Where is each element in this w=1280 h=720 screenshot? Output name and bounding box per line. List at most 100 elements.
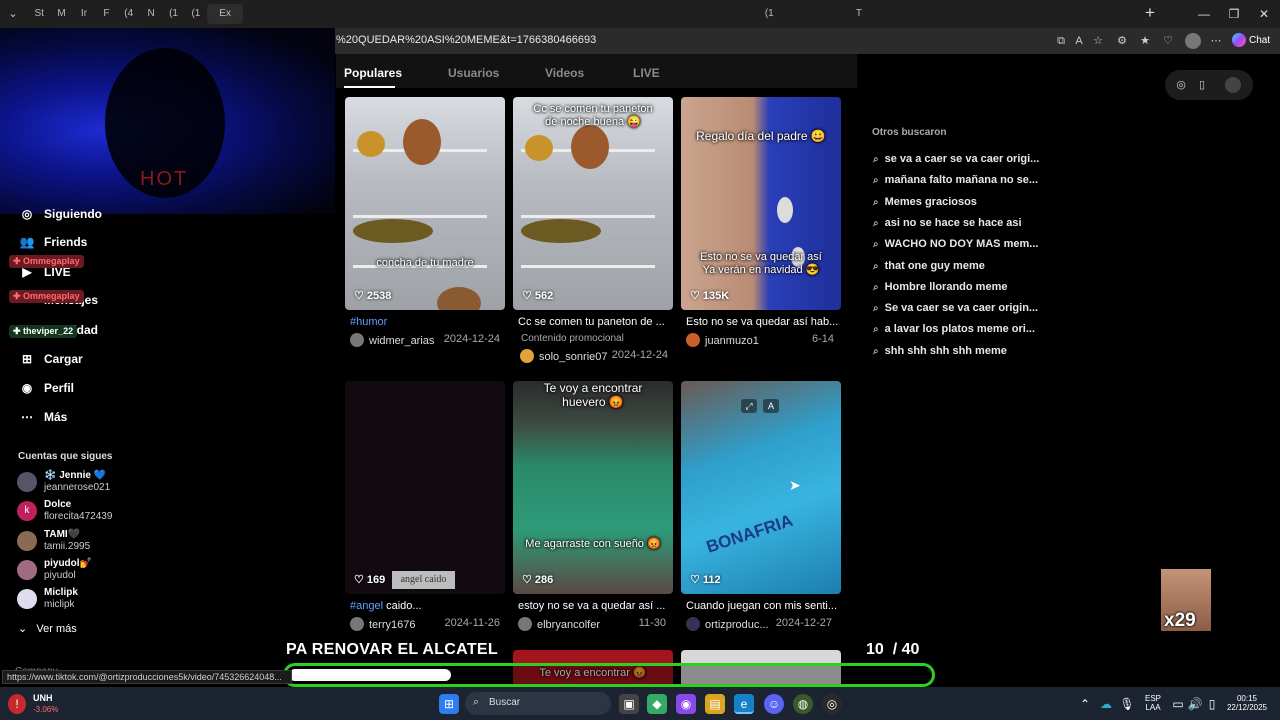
browser-tab[interactable] bbox=[355, 4, 377, 24]
suggestion-item[interactable]: ⌕ Memes graciosos bbox=[873, 196, 977, 212]
browser-tab[interactable] bbox=[1027, 4, 1049, 24]
tab-usuarios[interactable]: Usuarios bbox=[448, 66, 499, 80]
new-tab-button[interactable]: + bbox=[1141, 3, 1159, 25]
sidebar-item-siguiendo[interactable]: ◎ Siguiendo bbox=[18, 203, 102, 225]
following-account[interactable]: Miclipk miclipk bbox=[17, 587, 217, 613]
suggestion-item[interactable]: ⌕ WACHO NO DOY MAS mem... bbox=[873, 238, 1038, 254]
video-card[interactable]: ⤢ A BONAFRIA ➤ ♡ 112 bbox=[681, 381, 841, 594]
following-account[interactable]: TAMI🖤 tamii.2995 bbox=[17, 529, 217, 555]
favorites-icon[interactable]: ★ bbox=[1137, 33, 1153, 49]
video-author[interactable]: ortizproduc... bbox=[686, 617, 769, 631]
browser-tab[interactable] bbox=[937, 4, 959, 24]
browser-tab[interactable] bbox=[870, 4, 892, 24]
browser-tab[interactable]: F bbox=[95, 4, 117, 24]
video-title[interactable]: estoy no se va a quedar así ... bbox=[518, 600, 678, 612]
browser-tab[interactable] bbox=[422, 4, 444, 24]
browser-tab[interactable] bbox=[713, 4, 735, 24]
browser-tab[interactable] bbox=[736, 4, 758, 24]
minimize-button[interactable]: — bbox=[1190, 4, 1218, 24]
browser-tab[interactable] bbox=[489, 4, 511, 24]
browser-tab[interactable] bbox=[579, 4, 601, 24]
browser-tab[interactable] bbox=[266, 4, 288, 24]
browser-tab[interactable] bbox=[557, 4, 579, 24]
video-author[interactable]: elbryancolfer bbox=[518, 617, 600, 631]
video-title[interactable]: Cuando juegan con mis senti... bbox=[686, 600, 846, 612]
battery-icon[interactable]: ▯ bbox=[1202, 694, 1222, 714]
browser-essentials-icon[interactable]: ♡ bbox=[1160, 33, 1176, 49]
store-icon[interactable]: ◆ bbox=[647, 694, 667, 714]
suggestion-item[interactable]: ⌕ mañana falto mañana no se... bbox=[873, 174, 1038, 190]
browser-tab[interactable] bbox=[1072, 4, 1094, 24]
edge-browser-icon[interactable]: e bbox=[734, 694, 754, 714]
browser-tab[interactable] bbox=[377, 4, 399, 24]
video-card[interactable]: Cc se comen tu paneton de noche buena 😜 … bbox=[513, 97, 673, 310]
video-card[interactable]: angel caido ♡ 169 bbox=[345, 381, 505, 594]
sidebar-item-ms[interactable]: ⋯ Más bbox=[18, 406, 67, 428]
browser-tab[interactable] bbox=[781, 4, 803, 24]
browser-tab[interactable] bbox=[960, 4, 982, 24]
suggestion-item[interactable]: ⌕ a lavar los platos meme ori... bbox=[873, 323, 1035, 339]
profile-avatar-icon[interactable] bbox=[1185, 33, 1201, 49]
language-indicator[interactable]: ESP LAA bbox=[1143, 694, 1163, 712]
tab-actions-menu-icon[interactable]: ⌄ bbox=[4, 4, 22, 24]
suggestion-item[interactable]: ⌕ asi no se hace se hace asi bbox=[873, 217, 1022, 233]
sidebar-item-friends[interactable]: 👥 Friends bbox=[18, 231, 88, 253]
browser-tab[interactable]: (1 bbox=[185, 4, 207, 24]
browser-tab[interactable] bbox=[512, 4, 534, 24]
discord-icon[interactable]: ☺ bbox=[764, 694, 784, 714]
browser-tab[interactable]: (4 bbox=[118, 4, 140, 24]
suggestion-item[interactable]: ⌕ Hombre llorando meme bbox=[873, 281, 1007, 297]
clock[interactable]: 00:15 22/12/2025 bbox=[1222, 694, 1272, 712]
onedrive-icon[interactable]: ☁ bbox=[1096, 694, 1116, 714]
hashtag-link[interactable]: #humor bbox=[350, 316, 387, 328]
translate-video-icon[interactable]: A bbox=[763, 399, 779, 413]
browser-tab[interactable] bbox=[1094, 4, 1116, 24]
video-author[interactable]: terry1676 bbox=[350, 617, 415, 631]
browser-tab[interactable] bbox=[691, 4, 713, 24]
browser-tab[interactable] bbox=[534, 4, 556, 24]
tab-live[interactable]: LIVE bbox=[633, 66, 660, 80]
browser-tab[interactable] bbox=[982, 4, 1004, 24]
suggestion-item[interactable]: ⌕ se va a caer se va caer origi... bbox=[873, 153, 1039, 169]
tray-chevron-icon[interactable]: ⌃ bbox=[1075, 694, 1095, 714]
copilot-chat-button[interactable]: Chat bbox=[1232, 31, 1276, 51]
app-icon[interactable]: ◍ bbox=[793, 694, 813, 714]
taskbar-search[interactable]: ⌕ Buscar bbox=[465, 692, 611, 715]
video-card[interactable]: Regalo día del padre 😀 Esto no se va que… bbox=[681, 97, 841, 310]
browser-tab[interactable] bbox=[1004, 4, 1026, 24]
video-title[interactable]: #humor bbox=[350, 316, 510, 328]
device-icon[interactable]: ▯ bbox=[1194, 77, 1210, 93]
user-avatar[interactable] bbox=[1225, 77, 1241, 93]
browser-tab[interactable]: N bbox=[140, 4, 162, 24]
obs-icon[interactable]: ◎ bbox=[822, 694, 842, 714]
tab-videos[interactable]: Videos bbox=[545, 66, 584, 80]
video-title[interactable]: Esto no se va quedar así hab... bbox=[686, 316, 846, 328]
tab-populares[interactable]: Populares bbox=[344, 66, 402, 80]
video-card[interactable]: Te voy a encontrar huevero 😡 Me agarrast… bbox=[513, 381, 673, 594]
browser-tab[interactable] bbox=[624, 4, 646, 24]
copilot-app-icon[interactable]: ◉ bbox=[676, 694, 696, 714]
suggestion-item[interactable]: ⌕ shh shh shh shh meme bbox=[873, 345, 1007, 361]
video-author[interactable]: juanmuzo1 bbox=[686, 333, 759, 347]
browser-tab[interactable]: St bbox=[28, 4, 50, 24]
close-window-button[interactable]: ✕ bbox=[1250, 4, 1278, 24]
browser-tab[interactable]: T bbox=[848, 4, 870, 24]
video-author[interactable]: widmer_arias bbox=[350, 333, 434, 347]
settings-more-icon[interactable]: ⋯ bbox=[1208, 33, 1224, 49]
browser-tab[interactable] bbox=[445, 4, 467, 24]
microphone-icon[interactable]: 🎙 bbox=[1117, 694, 1137, 714]
open-in-app-icon[interactable]: ⧉ bbox=[1053, 33, 1069, 49]
browser-tab[interactable]: (1 bbox=[758, 4, 780, 24]
browser-tab[interactable] bbox=[915, 4, 937, 24]
stock-widget-icon[interactable]: ! bbox=[8, 694, 26, 714]
video-title[interactable]: Cc se comen tu paneton de ... bbox=[518, 316, 678, 328]
browser-tab[interactable] bbox=[892, 4, 914, 24]
browser-tab[interactable] bbox=[400, 4, 422, 24]
see-more-link[interactable]: ⌄ Ver más bbox=[18, 622, 77, 635]
windows-start-icon[interactable]: ⊞ bbox=[439, 694, 459, 714]
browser-tab[interactable]: M bbox=[50, 4, 72, 24]
video-author[interactable]: solo_sonrie07 bbox=[520, 349, 608, 363]
suggestion-item[interactable]: ⌕ Se va caer se va caer origin... bbox=[873, 302, 1038, 318]
task-view-icon[interactable]: ▣ bbox=[619, 694, 639, 714]
browser-tab[interactable] bbox=[243, 4, 265, 24]
